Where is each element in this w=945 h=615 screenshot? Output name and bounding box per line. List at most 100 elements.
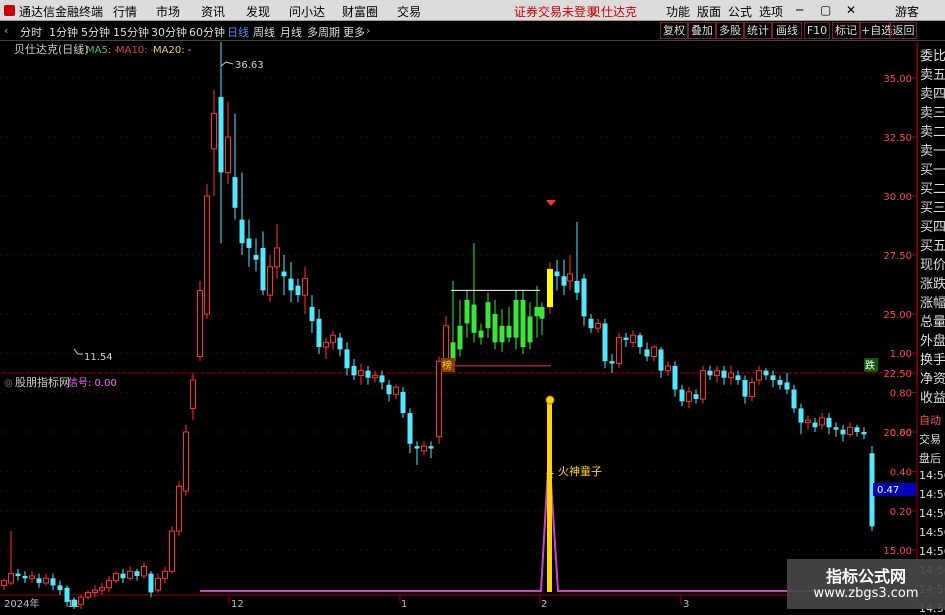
candle	[22, 571, 28, 584]
app-logo-icon	[4, 5, 15, 16]
drop-tag[interactable]: 跌	[865, 359, 875, 372]
candle-body	[665, 365, 671, 372]
candle	[840, 424, 846, 442]
ma20-label: MA20: -	[153, 45, 192, 56]
candle	[407, 408, 413, 454]
period-5min[interactable]: 5分钟	[81, 24, 110, 40]
candle-body	[602, 323, 608, 362]
candle-body	[330, 334, 336, 343]
candle	[436, 356, 442, 444]
candle	[428, 441, 434, 458]
period-1min[interactable]: 1分钟	[49, 24, 78, 40]
buy-tag[interactable]: 榜	[442, 359, 452, 372]
period-more[interactable]: 更多	[343, 24, 365, 40]
period-15min[interactable]: 15分钟	[113, 24, 149, 40]
candle-body	[127, 570, 133, 579]
price-tick-label: 35.00	[883, 74, 912, 85]
period-daily[interactable]: 日线	[227, 24, 249, 40]
maximize-icon[interactable]: ▢	[820, 3, 831, 17]
menu-layout[interactable]: 版面	[697, 3, 721, 20]
candle	[120, 568, 126, 584]
candle	[400, 387, 406, 418]
trade-panel-item: 14:56	[919, 507, 945, 520]
menu-news[interactable]: 资讯	[201, 3, 225, 20]
btn-back[interactable]: 返回	[890, 22, 917, 39]
candle-body	[134, 571, 140, 576]
signal-label: 信号: 0.00	[68, 377, 117, 389]
trade-panel-item[interactable]: 交易	[919, 431, 941, 447]
candle-body	[567, 273, 573, 282]
btn-overlay[interactable]: 叠加	[688, 22, 716, 39]
menu-function[interactable]: 功能	[666, 3, 690, 20]
btn-draw[interactable]: 画线	[772, 22, 802, 39]
chevron-right-icon[interactable]: ›	[366, 24, 370, 37]
period-30min[interactable]: 30分钟	[151, 24, 187, 40]
candle	[267, 255, 273, 303]
candle	[204, 184, 210, 319]
candle	[253, 238, 259, 272]
candle	[316, 309, 322, 355]
period-monthly[interactable]: 月线	[280, 24, 302, 40]
btn-multi-stock[interactable]: 多股	[716, 22, 744, 39]
candle-body	[421, 445, 427, 452]
btn-mark[interactable]: 标记	[832, 22, 860, 39]
x-label-nov: 11	[67, 599, 80, 609]
candle-body	[513, 299, 519, 338]
menu-wealth[interactable]: 财富圈	[342, 3, 378, 20]
chart-grid: 35.0032.5030.0027.5025.0022.5020.0017.50…	[0, 42, 918, 609]
menu-discover[interactable]: 发现	[246, 3, 270, 20]
candle	[183, 424, 189, 496]
indicator-toggle-icon[interactable]: ◎	[4, 378, 13, 389]
candle-body	[204, 195, 210, 315]
candle-body	[1, 580, 7, 586]
menu-options[interactable]: 选项	[759, 3, 783, 20]
candle	[246, 219, 252, 267]
candle-body	[43, 577, 49, 584]
btn-add-watchlist[interactable]: +自选	[860, 22, 892, 39]
quote-field-label: 涨跌	[920, 277, 945, 292]
candle-body	[358, 370, 364, 376]
quote-field-label: 外盘	[920, 334, 945, 349]
candle	[386, 380, 392, 402]
close-icon[interactable]: ✕	[846, 3, 856, 17]
period-60min[interactable]: 60分钟	[189, 24, 225, 40]
candle-body	[847, 426, 853, 435]
indicator-tick-label: 1.00	[890, 349, 912, 360]
minimize-icon[interactable]: ─	[796, 3, 803, 17]
candle	[176, 481, 182, 536]
btn-adjust[interactable]: 复权	[660, 22, 688, 39]
candle-body	[798, 408, 804, 423]
login-warning[interactable]: 证券交易未登录	[514, 3, 598, 20]
menu-xiaoda[interactable]: 问小达	[289, 3, 325, 20]
candle-body	[686, 391, 692, 402]
candles[interactable]	[1, 42, 875, 609]
collapse-icon[interactable]: ‹	[4, 24, 8, 37]
trade-panel-item[interactable]: 自动	[919, 412, 941, 428]
candle-body	[693, 394, 699, 399]
candle	[527, 302, 533, 350]
menu-market[interactable]: 市场	[156, 3, 180, 20]
price-tick-label: 27.50	[883, 251, 912, 262]
watermark-url: www.zbgs3.com	[813, 586, 919, 601]
btn-stats[interactable]: 统计	[744, 22, 772, 39]
guest-label[interactable]: 游客	[895, 3, 919, 20]
kline-chart[interactable]: 35.0032.5030.0027.5025.0022.5020.0017.50…	[0, 42, 945, 609]
ma-dropdown-icon[interactable]: ◎	[74, 45, 83, 56]
candle-body	[218, 96, 224, 173]
stock-name-title: 贝仕达克	[589, 5, 638, 19]
period-weekly[interactable]: 周线	[253, 24, 275, 40]
quote-field-label: 总量	[920, 315, 945, 330]
btn-f10[interactable]: F10	[804, 22, 830, 39]
candle-body	[155, 577, 161, 591]
period-intraday[interactable]: 分时	[20, 24, 42, 40]
candle-body	[344, 349, 350, 369]
menu-trade[interactable]: 交易	[397, 3, 421, 20]
period-toolbar: ‹ 分时 1分钟 5分钟 15分钟 30分钟 60分钟 日线 周线 月线 多周期…	[0, 21, 945, 41]
period-multi[interactable]: 多周期	[307, 24, 340, 40]
price-tick-label: 25.00	[883, 310, 912, 321]
candle	[651, 344, 657, 362]
trade-panel-item[interactable]: 盘后	[919, 450, 941, 466]
candle-body	[302, 278, 308, 296]
menu-formula[interactable]: 公式	[728, 3, 752, 20]
menu-quotes[interactable]: 行情	[113, 3, 137, 20]
